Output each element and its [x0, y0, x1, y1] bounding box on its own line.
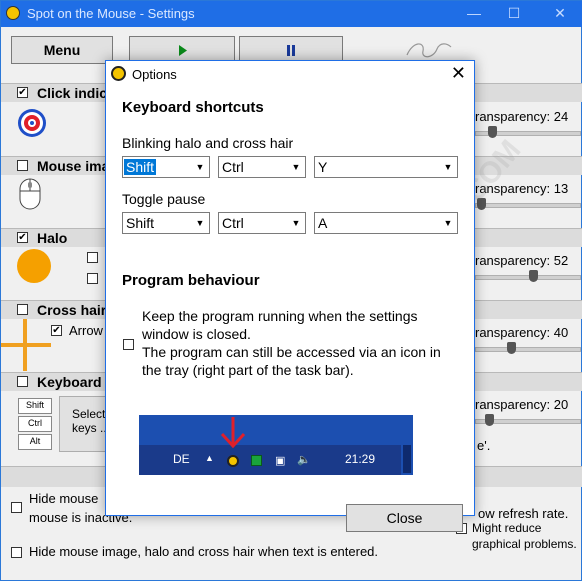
transparency-label-1: ransparency: 24: [475, 109, 569, 124]
transparency-slider-4[interactable]: [475, 342, 581, 354]
transparency-slider-2[interactable]: [475, 198, 581, 210]
dialog-title: Options: [132, 67, 177, 82]
slider-thumb[interactable]: [529, 270, 538, 282]
hide-text-checkbox[interactable]: [11, 547, 22, 558]
key-alt: Alt: [18, 434, 52, 450]
pause-icon: [287, 45, 295, 56]
play-icon: [179, 45, 187, 56]
hide-inactive-label: Hide mouse: [29, 491, 99, 506]
blinking-modifier-2-value: Ctrl: [222, 159, 244, 175]
slider-thumb[interactable]: [507, 342, 516, 354]
toggle-modifier-2-value: Ctrl: [222, 215, 244, 231]
halo-preview: [17, 249, 51, 283]
arrow-label: Arrow: [69, 323, 103, 338]
halo-option-checkbox-1[interactable]: [87, 252, 98, 263]
select-keys-button[interactable]: Select keys ..: [59, 396, 111, 452]
blinking-key-value: Y: [318, 159, 328, 175]
transparency-slider-3[interactable]: [475, 270, 581, 282]
arrow-down-icon: [220, 417, 246, 449]
close-icon[interactable]: ✕: [451, 63, 466, 84]
toggle-modifier-2-select[interactable]: Ctrl ▼: [218, 212, 306, 234]
chevron-down-icon: ▼: [195, 218, 205, 228]
slider-thumb[interactable]: [485, 414, 494, 426]
close-button[interactable]: ✕: [551, 5, 569, 21]
program-behaviour-heading: Program behaviour: [122, 272, 260, 289]
dialog-body: Keyboard shortcuts Blinking halo and cro…: [106, 87, 474, 532]
key-shift: Shift: [18, 398, 52, 414]
tray-app-icon: [227, 455, 239, 467]
click-indicator-label: Click indic: [37, 85, 108, 101]
keep-running-checkbox[interactable]: [123, 339, 134, 350]
mouse-icon: [19, 178, 41, 210]
tray-illustration: DE ▲ ▣ 🔈 21:29: [139, 415, 413, 475]
transparency-label-3: ransparency: 52: [475, 253, 569, 268]
click-indicator-checkbox[interactable]: ✔: [17, 87, 28, 98]
slider-thumb[interactable]: [488, 126, 497, 138]
arrow-checkbox[interactable]: ✔: [51, 325, 62, 336]
menu-button[interactable]: Menu: [11, 36, 113, 64]
blinking-modifier-1-value: Shift: [124, 159, 157, 175]
quote-text: e'.: [477, 438, 491, 453]
tray-chevron-icon: ▲: [205, 453, 214, 463]
blinking-label: Blinking halo and cross hair: [122, 135, 294, 151]
app-icon: [6, 6, 20, 20]
maximize-button[interactable]: ☐: [505, 5, 523, 21]
title-bar: Spot on the Mouse - Settings — ☐ ✕: [1, 1, 582, 27]
tray-green-icon: [251, 455, 262, 466]
keyboard-label: Keyboard: [37, 374, 102, 390]
minimize-button[interactable]: —: [465, 5, 483, 21]
hide-text-label: Hide mouse image, halo and cross hair wh…: [29, 544, 379, 559]
blinking-key-select[interactable]: Y ▼: [314, 156, 458, 178]
transparency-slider-1[interactable]: [475, 126, 581, 138]
key-ctrl: Ctrl: [18, 416, 52, 432]
tray-time: 21:29: [345, 452, 376, 466]
might-reduce-label: Might reduce: [472, 521, 542, 535]
keep-running-description: The program can still be accessed via an…: [142, 344, 441, 378]
halo-option-checkbox-2[interactable]: [87, 273, 98, 284]
hide-inactive-checkbox[interactable]: [11, 502, 22, 513]
volume-icon: 🔈: [297, 454, 311, 466]
toggle-modifier-1-value: Shift: [126, 215, 155, 231]
window-title: Spot on the Mouse - Settings: [27, 6, 195, 21]
transparency-slider-5[interactable]: [475, 414, 581, 426]
chevron-down-icon: ▼: [443, 162, 453, 172]
keyboard-checkbox[interactable]: [17, 376, 28, 387]
transparency-label-4: ransparency: 40: [475, 325, 569, 340]
keyboard-shortcuts-heading: Keyboard shortcuts: [122, 99, 264, 116]
chevron-down-icon: ▼: [195, 162, 205, 172]
chevron-down-icon: ▼: [291, 162, 301, 172]
cross-hair-preview: [1, 319, 51, 371]
transparency-label-5: ransparency: 20: [475, 397, 569, 412]
toggle-key-select[interactable]: A ▼: [314, 212, 458, 234]
blinking-modifier-1-select[interactable]: Shift ▼: [122, 156, 210, 178]
network-icon: ▣: [275, 455, 286, 467]
dialog-close-button[interactable]: Close: [346, 504, 463, 532]
cross-hair-checkbox[interactable]: [17, 304, 28, 315]
show-desktop-strip: [403, 445, 411, 473]
dialog-title-bar: Options ✕: [106, 61, 474, 87]
target-icon: [18, 109, 46, 137]
mouse-image-checkbox[interactable]: [17, 160, 28, 171]
options-dialog: Options ✕ Keyboard shortcuts Blinking ha…: [105, 60, 475, 532]
cross-hair-label: Cross hair: [37, 302, 107, 318]
low-refresh-label: ow refresh rate.: [478, 506, 569, 521]
toggle-key-value: A: [318, 215, 328, 231]
chevron-down-icon: ▼: [443, 218, 453, 228]
dialog-app-icon: [111, 66, 126, 81]
keep-running-label: Keep the program running when the settin…: [142, 308, 418, 342]
might-reduce-label-2: graphical problems.: [472, 537, 577, 551]
tray-language: DE: [173, 452, 190, 466]
halo-label: Halo: [37, 230, 68, 246]
chevron-down-icon: ▼: [291, 218, 301, 228]
toggle-modifier-1-select[interactable]: Shift ▼: [122, 212, 210, 234]
toggle-pause-label: Toggle pause: [122, 191, 206, 207]
blinking-modifier-2-select[interactable]: Ctrl ▼: [218, 156, 306, 178]
halo-checkbox[interactable]: ✔: [17, 232, 28, 243]
mouse-image-label: Mouse ima: [37, 158, 110, 174]
